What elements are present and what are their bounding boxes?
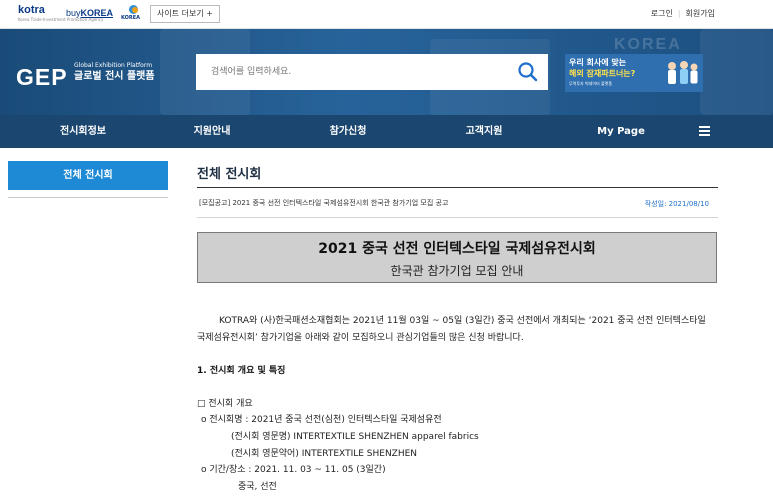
signup-link[interactable]: 회원가입 — [686, 9, 715, 18]
site-header: GEP Global Exhibition Platform 글로벌 전시 플랫… — [0, 29, 773, 115]
exhibition-english-name-line: (전시회 영문명) INTERTEXTILE SHENZHEN apparel … — [231, 432, 479, 442]
account-links: 로그인 | 회원가입 — [651, 8, 715, 19]
login-link[interactable]: 로그인 — [651, 9, 673, 18]
gep-logo-subtitle: Global Exhibition Platform 글로벌 전시 플랫폼 — [74, 62, 155, 83]
investkorea-logo[interactable]: KOREA — [117, 5, 145, 23]
title-divider — [197, 187, 718, 188]
hamburger-menu-icon[interactable] — [699, 126, 710, 136]
nav-item-apply[interactable]: 참가신청 — [330, 115, 367, 148]
header-bg-decoration — [700, 29, 773, 115]
kotra-logo[interactable]: kotra Korea Trade-Investment Promotion A… — [18, 4, 104, 23]
search-box — [196, 54, 548, 90]
gep-logo[interactable]: GEP — [16, 64, 68, 91]
announcement-title-box: 2021 중국 선전 인터텍스타일 국제섬유전시회 한국관 참가기업 모집 안내 — [197, 232, 717, 283]
buykorea-logo[interactable]: buyKOREA — [66, 8, 113, 18]
nav-item-customer-support[interactable]: 고객지원 — [466, 115, 503, 148]
banner-line-3: 무역투자 빅데이터 플랫폼 — [569, 81, 613, 86]
post-divider — [197, 217, 718, 218]
buykorea-logo-main: KOREA — [80, 8, 114, 18]
site-more-button[interactable]: 사이트 더보기 + — [150, 5, 220, 23]
nav-item-exhibition-info[interactable]: 전시회정보 — [60, 115, 106, 148]
kotra-logo-text: kotra — [18, 4, 45, 16]
gep-logo-korean: 글로벌 전시 플랫폼 — [74, 71, 155, 82]
nav-item-support-guide[interactable]: 지원안내 — [194, 115, 231, 148]
top-utility-bar: kotra Korea Trade-Investment Promotion A… — [0, 0, 773, 29]
announcement-subtitle: 한국관 참가기업 모집 안내 — [390, 264, 524, 278]
buykorea-logo-prefix: buy — [66, 8, 81, 18]
nav-item-my-page[interactable]: My Page — [597, 115, 645, 148]
search-icon — [518, 62, 538, 82]
link-divider: | — [677, 9, 681, 18]
period-venue-line: o 기간/장소 : 2021. 11. 03 ~ 11. 05 (3일간) — [201, 465, 386, 475]
banner-background-text: KOREA — [614, 36, 682, 53]
sidebar-divider — [8, 197, 168, 198]
intro-paragraph: KOTRA와 (사)한국패션소재협회는 2021년 11월 03일 ~ 05일 … — [197, 316, 706, 343]
main-nav: 전시회정보 지원안내 참가신청 고객지원 My Page — [0, 115, 773, 148]
investkorea-logo-text: KOREA — [121, 15, 141, 21]
announcement-title: 2021 중국 선전 인터텍스타일 국제섬유전시회 — [318, 241, 596, 257]
section-heading: 1. 전시회 개요 및 특징 — [197, 366, 286, 376]
post-date: 작성일: 2021/08/10 — [644, 200, 709, 208]
exhibition-name-line: o 전시회명 : 2021년 중국 선전(심천) 인터텍스타일 국제섬유전 — [201, 415, 442, 425]
investkorea-mark-accent-icon — [132, 7, 138, 13]
venue-line: 중국, 선전 — [238, 482, 277, 492]
gep-logo-english: Global Exhibition Platform — [74, 62, 153, 69]
people-illustration-icon — [668, 61, 698, 84]
exhibition-abbreviation-line: (전시회 영문약어) INTERTEXTILE SHENZHEN — [231, 449, 418, 459]
search-input[interactable] — [211, 54, 511, 90]
sidebar-item-all-exhibitions[interactable]: 전체 전시회 — [8, 161, 168, 190]
post-title: [모집공고] 2021 중국 선전 인터텍스타일 국제섬유전시회 한국관 참가기… — [199, 199, 449, 207]
search-button[interactable] — [516, 60, 540, 84]
promo-banner[interactable]: 우리 회사에 맞는 해외 잠재파트너는? 무역투자 빅데이터 플랫폼 — [565, 54, 703, 92]
overview-heading: □ 전시회 개요 — [197, 399, 253, 409]
banner-line-1: 우리 회사에 맞는 — [569, 58, 627, 67]
kotra-logo-subtext: Korea Trade-Investment Promotion Agency — [18, 17, 104, 22]
banner-line-2: 해외 잠재파트너는? — [569, 69, 636, 78]
page-title: 전체 전시회 — [197, 167, 262, 182]
